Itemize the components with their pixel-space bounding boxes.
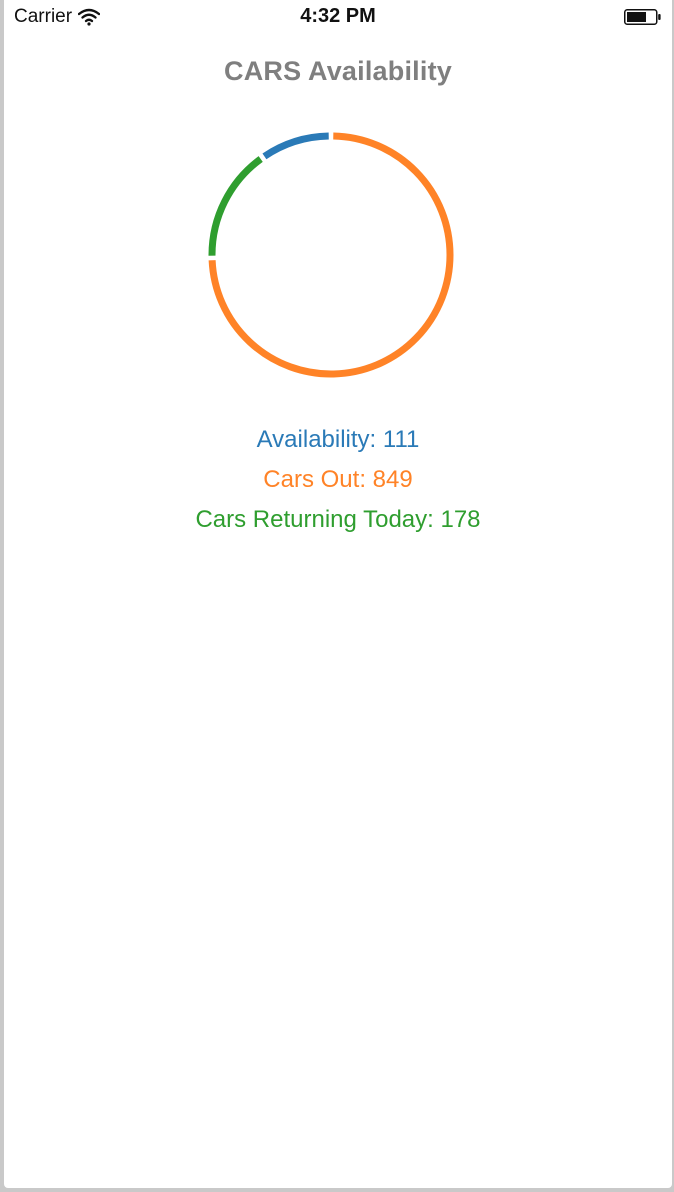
status-time: 4:32 PM (300, 5, 376, 27)
availability-donut-chart (208, 132, 454, 378)
donut-segment-availability (262, 132, 329, 160)
page-title: CARS Availability (224, 56, 452, 86)
status-bar: Carrier 4:32 PM (4, 0, 672, 36)
battery-icon (624, 9, 661, 25)
donut-segment-cars-returning-today (208, 156, 263, 256)
cars-returning-label: Cars Returning Today: 178 (195, 506, 481, 533)
availability-label: Availability: 111 (256, 426, 420, 453)
app-screen: Carrier 4:32 PM CARS Availability Availa… (4, 0, 672, 1188)
cars-out-label: Cars Out: 849 (263, 466, 413, 493)
stats-legend: Availability: 111 Cars Out: 849 Cars Ret… (4, 420, 672, 540)
